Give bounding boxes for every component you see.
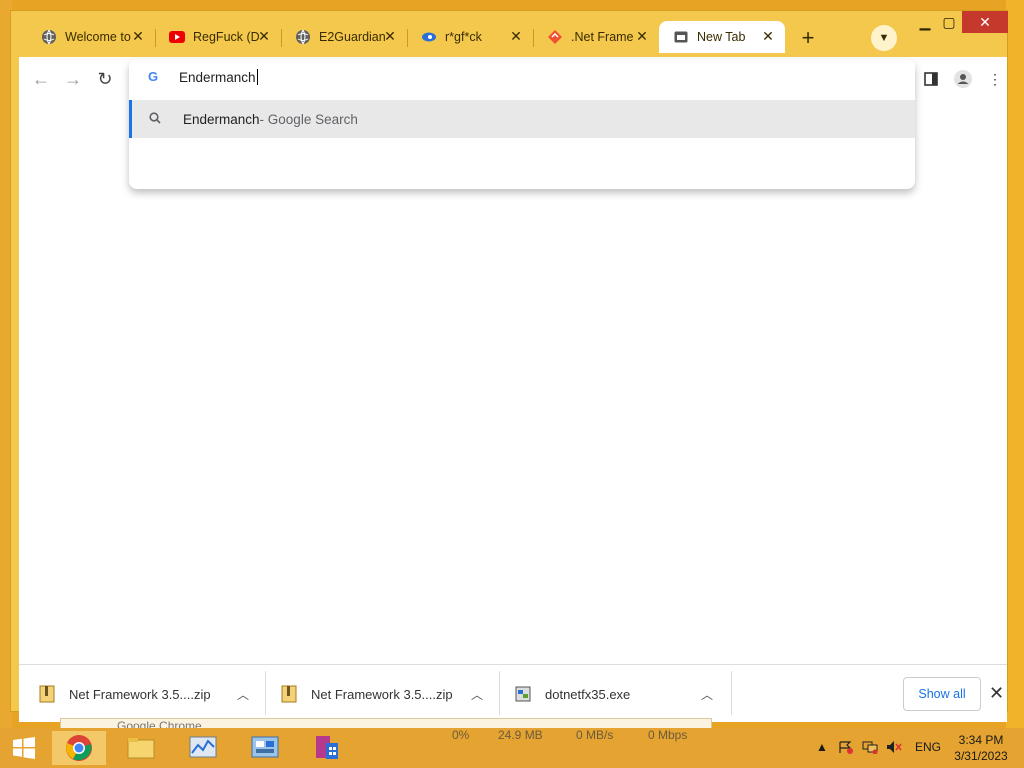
suggestion-query: Endermanch <box>183 111 260 127</box>
close-icon[interactable]: ✕ <box>761 29 775 43</box>
action-center-icon[interactable] <box>838 740 854 757</box>
tab-new-tab[interactable]: New Tab ✕ <box>659 21 785 53</box>
language-indicator[interactable]: ENG <box>915 740 941 754</box>
close-icon[interactable]: ✕ <box>131 29 145 43</box>
close-icon[interactable]: ✕ <box>509 29 523 43</box>
blue-swirl-icon <box>421 29 437 45</box>
reload-button[interactable]: ↻ <box>95 69 115 89</box>
tab-net-framework[interactable]: .Net Frame ✕ <box>533 21 659 53</box>
show-hidden-icons-button[interactable]: ▲ <box>816 740 828 754</box>
maximize-icon: ▢ <box>942 13 956 30</box>
toolbar: ← → ↻ G Endermanch Endermanch - Google S… <box>19 57 1007 189</box>
network-stat: 0 Mbps <box>648 728 688 742</box>
windows-logo-icon <box>13 737 35 759</box>
side-panel-icon <box>924 72 938 86</box>
menu-button[interactable]: ⋮ <box>985 69 1005 89</box>
selection-indicator <box>129 100 132 138</box>
exe-file-icon <box>515 686 531 702</box>
start-button[interactable] <box>0 731 48 765</box>
profile-button[interactable] <box>953 69 973 89</box>
download-item[interactable]: dotnetfx35.exe ︿ <box>515 679 713 709</box>
task-manager-icon <box>189 736 217 758</box>
globe-icon <box>295 29 311 45</box>
taskbar-chrome[interactable] <box>52 731 106 765</box>
globe-icon <box>41 29 57 45</box>
folder-icon <box>127 738 155 759</box>
new-tab-icon <box>673 29 689 45</box>
control-panel-icon <box>251 736 279 758</box>
divider <box>265 671 266 715</box>
chevron-up-icon[interactable]: ︿ <box>237 686 249 703</box>
taskbar-file-explorer[interactable] <box>114 731 168 765</box>
tab-rgfck[interactable]: r*gf*ck ✕ <box>407 21 533 53</box>
omnibox-input[interactable]: Endermanch <box>179 70 256 85</box>
memory-stat: 24.9 MB <box>498 728 543 742</box>
forward-button[interactable]: → <box>63 69 83 89</box>
tab-search-button[interactable]: ▼ <box>871 25 897 51</box>
close-window-button[interactable]: ✕ <box>962 11 1008 33</box>
back-button[interactable]: ← <box>31 69 51 89</box>
chrome-icon <box>66 735 92 761</box>
search-icon <box>147 111 163 127</box>
installer-icon <box>316 736 338 759</box>
show-all-button[interactable]: Show all <box>903 677 981 711</box>
suggestion-description: - Google Search <box>259 111 358 127</box>
chevron-down-icon: ▼ <box>878 32 890 44</box>
taskbar: 0% 24.9 MB 0 MB/s 0 Mbps ▲ ENG 3:34 PM 3… <box>0 728 1024 768</box>
more-vert-icon: ⋮ <box>988 70 1002 87</box>
close-shelf-button[interactable]: ✕ <box>989 683 1004 704</box>
download-filename: dotnetfx35.exe <box>545 686 631 702</box>
diamond-icon <box>547 29 563 45</box>
chrome-window: Welcome to ✕ RegFuck (D ✕ E2Guardian ✕ r… <box>10 10 1008 722</box>
tab-welcome[interactable]: Welcome to ✕ <box>27 21 155 53</box>
omnibox-suggestion[interactable]: Endermanch - Google Search <box>129 100 915 138</box>
download-item[interactable]: Net Framework 3.5....zip ︿ <box>281 679 483 709</box>
tab-e2guardian[interactable]: E2Guardian ✕ <box>281 21 407 53</box>
download-filename: Net Framework 3.5....zip <box>69 686 211 702</box>
forward-arrow-icon: → <box>64 68 82 89</box>
side-panel-button[interactable] <box>921 69 941 89</box>
divider <box>499 671 500 715</box>
clock-time: 3:34 PM <box>958 733 1004 747</box>
minimize-icon: ▁ <box>919 13 931 30</box>
taskbar-dotnet-installer[interactable] <box>300 731 354 765</box>
omnibox[interactable]: G Endermanch <box>129 59 915 95</box>
close-icon[interactable]: ✕ <box>383 29 397 43</box>
cpu-stat: 0% <box>452 728 470 742</box>
chevron-up-icon[interactable]: ︿ <box>471 686 483 703</box>
download-shelf: Net Framework 3.5....zip ︿ Net Framework… <box>19 664 1007 722</box>
youtube-icon <box>169 29 185 45</box>
new-tab-button[interactable]: + <box>795 25 821 51</box>
text-caret <box>256 69 258 85</box>
google-icon: G <box>147 69 159 84</box>
reload-icon: ↻ <box>97 68 113 89</box>
close-icon: ✕ <box>989 683 1005 703</box>
back-arrow-icon: ← <box>32 68 50 89</box>
volume-muted-icon[interactable] <box>886 740 902 757</box>
disk-stat: 0 MB/s <box>576 728 614 742</box>
taskbar-control-panel[interactable] <box>238 731 292 765</box>
close-icon[interactable]: ✕ <box>635 29 649 43</box>
tab-strip: Welcome to ✕ RegFuck (D ✕ E2Guardian ✕ r… <box>11 11 1008 57</box>
taskbar-task-manager[interactable] <box>176 731 230 765</box>
divider <box>731 671 732 715</box>
download-filename: Net Framework 3.5....zip <box>311 686 453 702</box>
taskbar-clock[interactable]: 3:34 PM 3/31/2023 <box>952 732 1010 764</box>
close-icon[interactable]: ✕ <box>257 29 271 43</box>
omnibox-dropdown: G Endermanch Endermanch - Google Search <box>129 59 915 189</box>
profile-icon <box>954 70 972 88</box>
maximize-button[interactable]: ▢ <box>933 11 965 33</box>
desktop-right-edge <box>1006 0 1024 728</box>
network-icon[interactable] <box>862 740 878 757</box>
clock-date: 3/31/2023 <box>954 749 1008 763</box>
chevron-up-icon[interactable]: ︿ <box>701 686 713 703</box>
tab-regfuck[interactable]: RegFuck (D ✕ <box>155 21 281 53</box>
close-icon: ✕ <box>979 13 991 30</box>
download-item[interactable]: Net Framework 3.5....zip ︿ <box>39 679 249 709</box>
zip-file-icon <box>39 685 55 703</box>
tab-title: Welcome to <box>65 30 131 44</box>
zip-file-icon <box>281 685 297 703</box>
